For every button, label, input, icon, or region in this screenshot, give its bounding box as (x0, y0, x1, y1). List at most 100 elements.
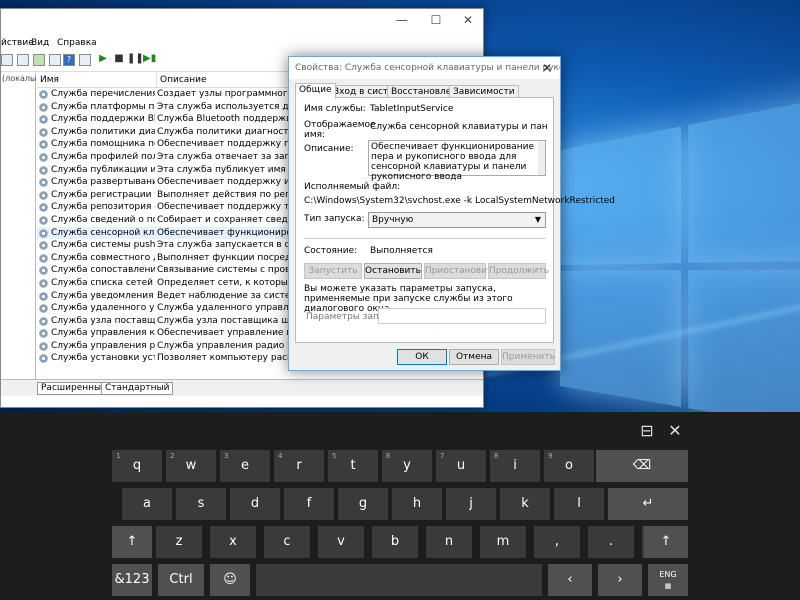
description-box[interactable]: Обеспечивает функционирование пера и рук… (368, 140, 546, 182)
key-e[interactable]: 3e (220, 450, 270, 482)
key-u[interactable]: 7u (436, 450, 486, 482)
tree-icon[interactable] (1, 54, 13, 66)
shift-key-right[interactable]: ↑ (644, 526, 688, 558)
cancel-button[interactable]: Отмена (449, 349, 499, 365)
key-2-row3[interactable]: c (264, 526, 310, 558)
key-7-row3[interactable]: , (534, 526, 580, 558)
key-1-row2[interactable]: s (176, 488, 226, 520)
menu-view[interactable]: Вид (31, 35, 49, 51)
key-i[interactable]: 8i (490, 450, 540, 482)
view-tabs: Расширенный Стандартный (1, 379, 483, 396)
space-key[interactable] (256, 564, 542, 596)
dock-icon[interactable]: ⊟ (638, 422, 656, 440)
close-icon[interactable]: ✕ (534, 57, 560, 79)
services-titlebar[interactable]: — ☐ ✕ (1, 9, 483, 35)
key-t[interactable]: 5t (328, 450, 378, 482)
key-6-row2[interactable]: j (446, 488, 496, 520)
key-label: ↵ (642, 496, 654, 511)
close-icon[interactable]: ✕ (666, 422, 684, 440)
service-description: Эта служба публикует имя компью (157, 164, 297, 175)
tab-standard[interactable]: Стандартный (101, 382, 174, 395)
emoji-key[interactable]: ☺ (210, 564, 250, 596)
menu-help[interactable]: Справка (57, 35, 97, 51)
resume-button[interactable]: Продолжить (488, 263, 549, 279)
key-w[interactable]: 2w (166, 450, 216, 482)
dialog-titlebar[interactable]: Свойства: Служба сенсорной клавиатуры и … (289, 57, 560, 79)
key-6-row3[interactable]: m (480, 526, 526, 558)
maximize-icon[interactable]: ☐ (421, 13, 451, 31)
start-button[interactable]: Запустить (304, 263, 362, 279)
startup-type-select[interactable]: Вручную ▼ (368, 212, 546, 228)
service-name: Служба управления корпо... (51, 328, 155, 339)
pause-icon[interactable]: ❚❚ (127, 54, 144, 66)
key-hint: 7 (440, 452, 445, 460)
gear-icon (39, 127, 48, 137)
key-hint: 1 (116, 452, 121, 460)
key-y[interactable]: 6y (382, 450, 432, 482)
console-tree[interactable]: (локалы (1, 73, 36, 379)
key-3-row2[interactable]: f (284, 488, 334, 520)
service-name-value: TabletInputService (370, 104, 454, 114)
col-desc-header[interactable]: Описание (157, 73, 207, 87)
key-0-row2[interactable]: a (122, 488, 172, 520)
key-label: d (250, 496, 260, 511)
key-0-row3[interactable]: z (156, 526, 202, 558)
view-icon[interactable] (79, 54, 91, 66)
service-description: Служба управления радио и режим (157, 340, 297, 351)
menu-action[interactable]: йствие (1, 35, 34, 51)
stop-icon[interactable]: ■ (113, 54, 125, 66)
key-5-row3[interactable]: n (426, 526, 472, 558)
key-4-row2[interactable]: g (338, 488, 388, 520)
key-o[interactable]: 9o (544, 450, 594, 482)
service-description: Позволяет компьютеру распознава (157, 353, 297, 364)
close-icon[interactable]: ✕ (453, 13, 483, 31)
left-arrow-key[interactable]: ‹ (548, 564, 592, 596)
exe-label: Исполняемый файл: (304, 182, 401, 192)
export-icon[interactable] (49, 54, 61, 66)
backspace-key[interactable]: ⌫ (596, 450, 688, 482)
display-name-value[interactable]: Служба сенсорной клавиатуры и панели рук… (370, 122, 548, 132)
ok-button[interactable]: ОК (397, 349, 447, 365)
properties-icon[interactable] (17, 54, 29, 66)
stop-button[interactable]: Остановить (364, 263, 422, 279)
key-4-row3[interactable]: b (372, 526, 418, 558)
apply-button[interactable]: Применить (501, 349, 555, 365)
gear-icon (39, 316, 48, 326)
key-label: . (608, 534, 614, 549)
tab-extended[interactable]: Расширенный (37, 382, 111, 395)
play-icon[interactable]: ▶ (97, 54, 109, 66)
minimize-icon[interactable]: — (387, 13, 417, 31)
description-scrollbar[interactable] (538, 141, 545, 175)
key-label: w (185, 458, 197, 473)
help-icon[interactable]: ? (63, 54, 75, 66)
service-name: Служба платформы подк... (51, 101, 155, 112)
key-hint: 3 (224, 452, 229, 460)
shift-key[interactable]: ↑ (112, 526, 152, 558)
state-label: Состояние: (304, 246, 358, 256)
ctrl-key[interactable]: Ctrl (158, 564, 204, 596)
service-description: Собирает и сохраняет сведения о к (157, 214, 297, 225)
right-arrow-key[interactable]: › (598, 564, 642, 596)
key-1-row3[interactable]: x (210, 526, 256, 558)
key-q[interactable]: 1q (112, 450, 162, 482)
tab-general[interactable]: Общие (295, 83, 336, 99)
refresh-icon[interactable] (33, 54, 45, 66)
key-r[interactable]: 4r (274, 450, 324, 482)
key-label: , (554, 534, 560, 549)
key-7-row2[interactable]: k (500, 488, 550, 520)
symbols-key[interactable]: &123 (112, 564, 152, 596)
enter-key[interactable]: ↵ (608, 488, 688, 520)
key-2-row2[interactable]: d (230, 488, 280, 520)
key-label: y (403, 458, 411, 473)
key-3-row3[interactable]: v (318, 526, 364, 558)
restart-icon[interactable]: ▶▮ (143, 54, 156, 66)
key-8-row3[interactable]: . (588, 526, 634, 558)
pause-button[interactable]: Приостановить (424, 263, 498, 279)
col-name-header[interactable]: Имя (37, 73, 157, 87)
key-5-row2[interactable]: h (392, 488, 442, 520)
gear-icon (39, 203, 48, 213)
key-8-row2[interactable]: l (554, 488, 604, 520)
key-label: g (358, 496, 368, 511)
startup-params-input[interactable] (378, 308, 546, 324)
language-key[interactable]: ENG ▦ (648, 564, 688, 596)
